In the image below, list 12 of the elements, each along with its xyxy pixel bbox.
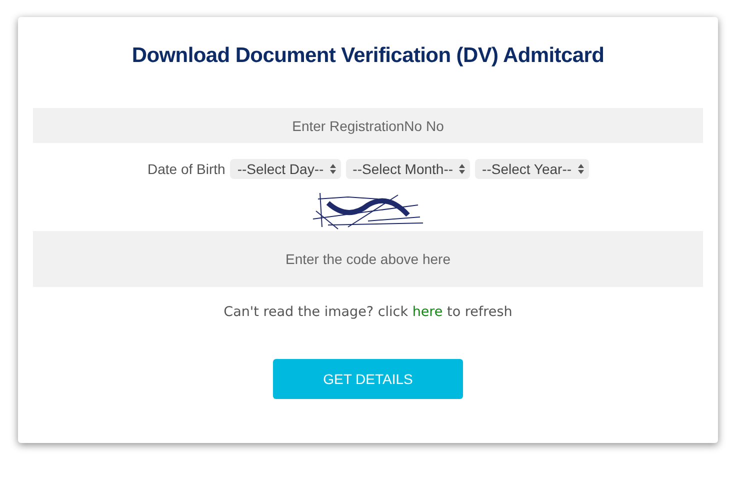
updown-icon: [459, 164, 466, 174]
refresh-text: Can't read the image? click here to refresh: [224, 304, 512, 320]
dob-label: Date of Birth: [147, 161, 226, 177]
updown-icon: [578, 164, 584, 174]
registration-field[interactable]: Enter RegistrationNo No: [33, 108, 703, 143]
form-title: Download Document Verification (DV) Admitcard: [132, 43, 604, 69]
date-select[interactable]: --Select Day--: [230, 159, 341, 179]
captcha-code-field[interactable]: Enter the code above here: [33, 231, 703, 287]
updown-icon: [330, 164, 336, 174]
date-select[interactable]: --Select Month--: [346, 159, 470, 179]
date-select[interactable]: --Select Year--: [475, 159, 589, 179]
refresh-link[interactable]: here: [412, 304, 443, 320]
